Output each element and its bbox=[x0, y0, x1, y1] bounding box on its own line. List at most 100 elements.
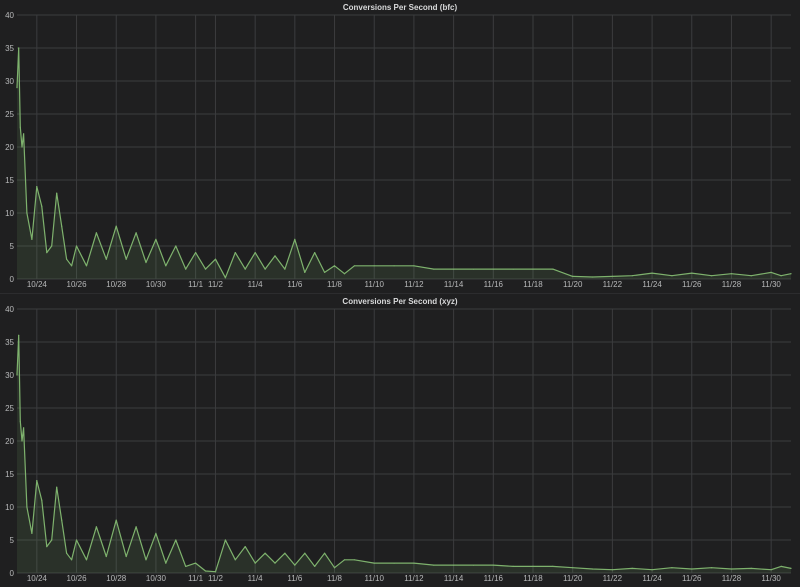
x-tick-label: 11/26 bbox=[682, 280, 702, 289]
data-point bbox=[780, 275, 782, 277]
data-point bbox=[324, 552, 326, 554]
series-area-fill bbox=[17, 48, 791, 279]
data-point bbox=[472, 268, 475, 270]
data-point bbox=[18, 334, 20, 336]
y-tick-label: 10 bbox=[5, 503, 14, 512]
data-point bbox=[21, 440, 23, 442]
data-point bbox=[572, 567, 574, 569]
data-point bbox=[46, 252, 48, 254]
data-point bbox=[145, 261, 147, 264]
y-tick-label: 15 bbox=[5, 470, 14, 479]
data-point bbox=[135, 526, 137, 528]
chart-panel-bfc: Conversions Per Second (bfc) 0 5 10 15 20 25 3… bbox=[0, 0, 800, 293]
data-point bbox=[125, 555, 127, 558]
data-point bbox=[492, 564, 494, 566]
data-point bbox=[244, 268, 246, 270]
data-point bbox=[552, 565, 554, 567]
data-point bbox=[730, 568, 733, 570]
data-point bbox=[591, 568, 594, 570]
data-point bbox=[770, 569, 772, 571]
data-point bbox=[21, 146, 23, 148]
x-tick-label: 11/14 bbox=[444, 574, 464, 583]
x-tick-label: 11/2 bbox=[208, 280, 224, 289]
data-point bbox=[214, 258, 217, 260]
y-tick-label: 0 bbox=[10, 275, 15, 284]
x-tick-label: 11/10 bbox=[365, 280, 385, 289]
data-point bbox=[304, 552, 306, 554]
x-tick-label: 11/24 bbox=[642, 280, 662, 289]
y-tick-label: 30 bbox=[5, 371, 14, 380]
x-tick-label: 11/18 bbox=[523, 574, 543, 583]
x-tick-label: 11/6 bbox=[287, 280, 303, 289]
x-tick-label: 10/24 bbox=[27, 574, 48, 583]
data-point bbox=[611, 569, 614, 571]
data-point bbox=[105, 555, 107, 558]
data-point bbox=[343, 559, 346, 561]
data-point bbox=[343, 273, 346, 275]
data-point bbox=[393, 562, 395, 564]
data-point bbox=[115, 519, 117, 521]
x-tick-label: 10/30 bbox=[146, 574, 167, 583]
data-point bbox=[254, 562, 256, 564]
chart-bfc[interactable]: 0 5 10 15 20 25 30 35 40 10/24 10/26 10/28 10/30 11/1… bbox=[0, 0, 800, 293]
data-point bbox=[274, 562, 276, 564]
x-tick-label: 11/2 bbox=[208, 574, 224, 583]
y-tick-label: 20 bbox=[5, 437, 14, 446]
data-point bbox=[492, 268, 494, 270]
data-point bbox=[61, 225, 63, 227]
y-tick-label: 25 bbox=[5, 404, 14, 413]
data-point bbox=[373, 562, 375, 564]
data-point bbox=[19, 420, 21, 422]
series-line bbox=[16, 334, 792, 573]
y-tick-label: 5 bbox=[10, 242, 15, 251]
data-point bbox=[51, 539, 53, 541]
data-point bbox=[294, 238, 296, 240]
x-tick-label: 11/26 bbox=[682, 574, 702, 583]
data-point bbox=[145, 559, 147, 561]
chart-xyz[interactable]: 0 5 10 15 20 25 30 35 40 10/24 10/26 10/28 10/30 11/1… bbox=[0, 294, 800, 587]
data-point bbox=[304, 271, 306, 273]
data-point bbox=[373, 265, 375, 267]
data-point bbox=[115, 225, 117, 227]
data-point bbox=[36, 480, 38, 482]
data-point bbox=[532, 268, 534, 270]
data-point bbox=[671, 567, 673, 569]
data-point bbox=[284, 268, 286, 270]
data-point bbox=[770, 271, 772, 273]
data-point bbox=[75, 245, 78, 247]
data-point bbox=[790, 273, 792, 275]
x-tick-label: 11/18 bbox=[523, 280, 543, 289]
data-point bbox=[552, 268, 554, 270]
data-point bbox=[254, 252, 256, 254]
data-point bbox=[46, 546, 48, 548]
data-point bbox=[165, 265, 167, 267]
x-tick-label: 11/12 bbox=[404, 280, 424, 289]
x-tick-label: 11/6 bbox=[287, 574, 303, 583]
data-point bbox=[591, 276, 594, 278]
data-point bbox=[224, 277, 226, 279]
data-point bbox=[41, 205, 43, 207]
x-tick-label: 11/20 bbox=[563, 574, 583, 583]
data-point bbox=[671, 275, 673, 277]
data-point bbox=[155, 238, 157, 240]
x-tick-label: 10/30 bbox=[146, 280, 167, 289]
data-point bbox=[631, 567, 633, 569]
data-point bbox=[711, 567, 713, 569]
data-point bbox=[790, 567, 792, 569]
x-tick-label: 11/4 bbox=[248, 574, 264, 583]
data-point bbox=[105, 258, 107, 260]
data-point bbox=[244, 546, 246, 548]
y-tick-label: 35 bbox=[5, 338, 14, 347]
data-point bbox=[135, 232, 137, 234]
data-point bbox=[95, 232, 97, 234]
data-point bbox=[651, 569, 653, 571]
data-point bbox=[71, 559, 73, 561]
data-point bbox=[185, 268, 187, 270]
data-point bbox=[165, 562, 167, 564]
y-tick-label: 10 bbox=[5, 209, 14, 218]
data-point bbox=[314, 565, 316, 567]
data-point bbox=[125, 258, 127, 260]
x-tick-label: 11/8 bbox=[327, 574, 343, 583]
data-point bbox=[95, 526, 97, 528]
y-tick-label: 40 bbox=[5, 11, 14, 20]
